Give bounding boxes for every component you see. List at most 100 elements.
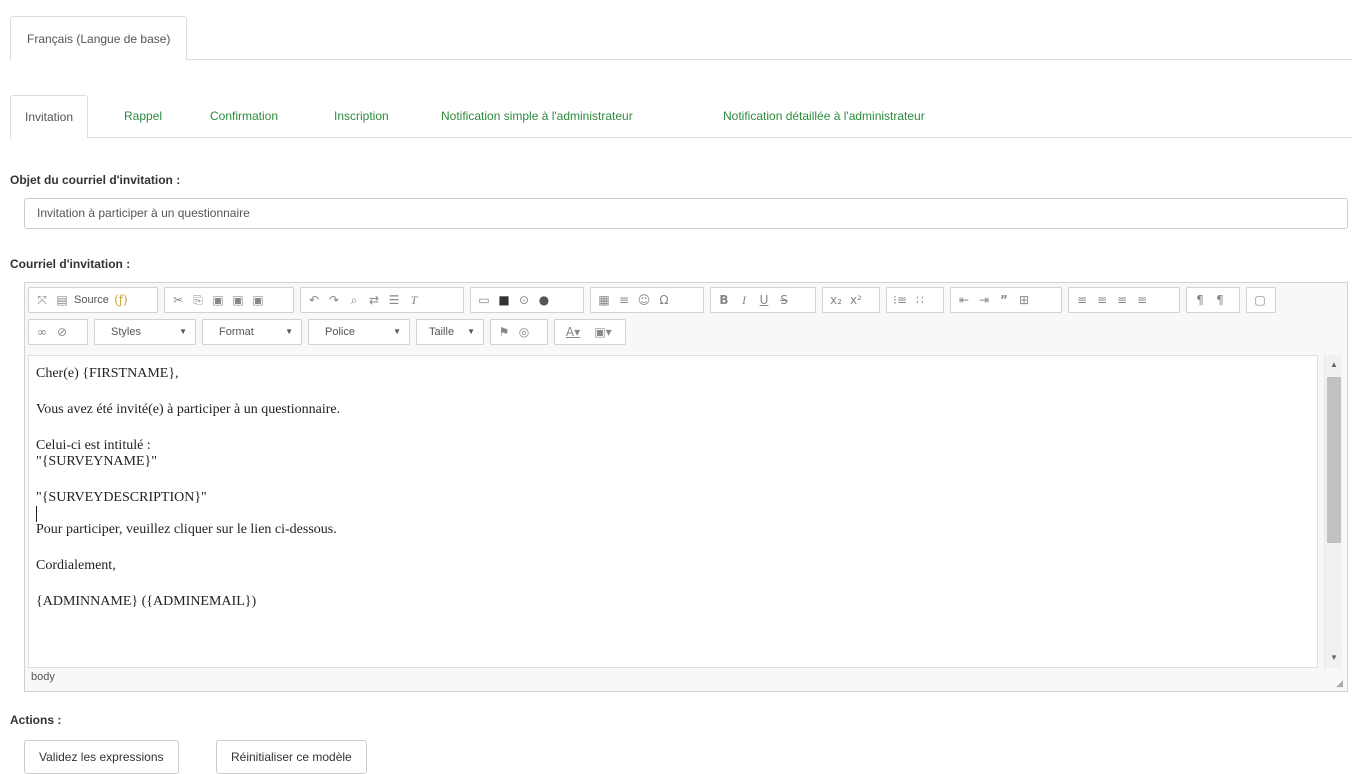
size-dropdown[interactable]: Taille ▼ [416, 319, 484, 345]
actions-label: Actions : [10, 713, 62, 727]
validate-expressions-button[interactable]: Validez les expressions [24, 740, 179, 774]
toolbar-group-text-style: B I U S [710, 287, 816, 313]
scroll-thumb[interactable] [1327, 377, 1341, 543]
subscript-icon[interactable]: x₂ [826, 290, 846, 310]
rich-text-editor: ⤧ ▤ Source (ƒ) ✂ ⎘ ▣ ▣ ▣ ↶ ↷ ⌕ ⇄ ☰ T ▭ ■… [24, 282, 1348, 692]
format-dropdown-label: Format [219, 326, 254, 338]
align-justify-icon[interactable]: ≡ [1132, 290, 1152, 310]
templates-icon[interactable]: ▢ [1250, 290, 1270, 310]
body-label: Courriel d'invitation : [10, 257, 131, 271]
blockquote-icon[interactable]: ” [994, 290, 1014, 310]
replace-icon[interactable]: ⇄ [364, 290, 384, 310]
text-color-icon[interactable]: A▾ [558, 322, 588, 342]
email-line: Cordialement, [36, 558, 116, 574]
special-char-icon[interactable]: Ω [654, 290, 674, 310]
toolbar-group-script: x₂ x² [822, 287, 880, 313]
reset-template-button[interactable]: Réinitialiser ce modèle [216, 740, 367, 774]
toolbar-group-insert: ▦ ≡ ☺ Ω [590, 287, 704, 313]
email-line: Pour participer, veuillez cliquer sur le… [36, 522, 337, 538]
align-center-icon[interactable]: ≡ [1092, 290, 1112, 310]
toolbar-group-anchors: ⚑ ◎ [490, 319, 548, 345]
table-icon[interactable]: ▦ [594, 290, 614, 310]
undo-icon[interactable]: ↶ [304, 290, 324, 310]
language-tabs: Français (Langue de base) [10, 16, 1352, 61]
scroll-up-icon[interactable]: ▲ [1325, 357, 1343, 373]
tab-language-french[interactable]: Français (Langue de base) [10, 16, 188, 61]
toolbar-group-align: ≡ ≡ ≡ ≡ [1068, 287, 1180, 313]
copy-icon[interactable]: ⎘ [188, 290, 208, 310]
scroll-down-icon[interactable]: ▼ [1325, 650, 1343, 666]
underline-icon[interactable]: U [754, 290, 774, 310]
outdent-icon[interactable]: ⇤ [954, 290, 974, 310]
paste-word-icon[interactable]: ▣ [248, 290, 268, 310]
video-icon[interactable]: ■ [494, 290, 514, 310]
editor-scrollbar[interactable]: ▲ ▼ [1324, 355, 1342, 668]
toolbar-group-links: ∞ ⊘ [28, 319, 88, 345]
toolbar-group-lists: ⁝≡ ∷ [886, 287, 944, 313]
cut-icon[interactable]: ✂ [168, 290, 188, 310]
tab-reminder[interactable]: Rappel [124, 95, 162, 138]
element-path[interactable]: body [31, 671, 55, 683]
toolbar-group-editing: ↶ ↷ ⌕ ⇄ ☰ T [300, 287, 464, 313]
email-line: "{SURVEYDESCRIPTION}" [36, 490, 207, 505]
paste-text-icon[interactable]: ▣ [228, 290, 248, 310]
size-dropdown-label: Taille [429, 326, 455, 338]
editor-content[interactable]: Cher(e) {FIRSTNAME}, Vous avez été invit… [28, 355, 1318, 668]
email-line: Celui-ci est intitulé : [36, 438, 151, 453]
find-icon[interactable]: ⌕ [344, 290, 364, 310]
email-line: Cher(e) {FIRSTNAME}, [36, 366, 179, 381]
tab-admin-notification-simple[interactable]: Notification simple à l'administrateur [441, 95, 633, 138]
unlink-icon[interactable]: ⊘ [52, 322, 72, 342]
paste-icon[interactable]: ▣ [208, 290, 228, 310]
toolbar-group-clipboard: ✂ ⎘ ▣ ▣ ▣ [164, 287, 294, 313]
record-icon[interactable]: ⊙ [514, 290, 534, 310]
chevron-down-icon: ▼ [467, 327, 475, 336]
horizontal-rule-icon[interactable]: ≡ [614, 290, 634, 310]
align-left-icon[interactable]: ≡ [1072, 290, 1092, 310]
source-icon[interactable]: ▤ [52, 290, 72, 310]
chevron-down-icon: ▼ [179, 327, 187, 336]
toolbar-group-media: ▭ ■ ⊙ ● [470, 287, 584, 313]
expression-icon[interactable]: (ƒ) [111, 290, 131, 310]
align-right-icon[interactable]: ≡ [1112, 290, 1132, 310]
toolbar-group-direction: ¶ ¶ [1186, 287, 1240, 313]
numbered-list-icon[interactable]: ⁝≡ [890, 290, 910, 310]
ltr-icon[interactable]: ¶ [1190, 290, 1210, 310]
bulleted-list-icon[interactable]: ∷ [910, 290, 930, 310]
background-color-icon[interactable]: ▣▾ [588, 322, 618, 342]
flash-icon[interactable]: ● [534, 290, 554, 310]
subject-input[interactable]: Invitation à participer à un questionnai… [24, 198, 1348, 229]
toolbar-group-colors: A▾ ▣▾ [554, 319, 626, 345]
editor-toolbar: ⤧ ▤ Source (ƒ) ✂ ⎘ ▣ ▣ ▣ ↶ ↷ ⌕ ⇄ ☰ T ▭ ■… [25, 283, 1347, 353]
strikethrough-icon[interactable]: S [774, 290, 794, 310]
div-container-icon[interactable]: ⊞ [1014, 290, 1034, 310]
maximize-icon[interactable]: ⤧ [32, 290, 52, 310]
email-line: Vous avez été invité(e) à participer à u… [36, 402, 341, 417]
tab-confirmation[interactable]: Confirmation [210, 95, 278, 138]
tab-invitation[interactable]: Invitation [10, 95, 89, 139]
tab-registration[interactable]: Inscription [334, 95, 389, 138]
styles-dropdown-label: Styles [111, 326, 141, 338]
superscript-icon[interactable]: x² [846, 290, 866, 310]
toolbar-group-document: ⤧ ▤ Source (ƒ) [28, 287, 158, 313]
styles-dropdown[interactable]: Styles ▼ [94, 319, 196, 345]
italic-icon[interactable]: I [734, 290, 754, 310]
smiley-icon[interactable]: ☺ [634, 290, 654, 310]
bold-icon[interactable]: B [714, 290, 734, 310]
select-all-icon[interactable]: ☰ [384, 290, 404, 310]
source-button[interactable]: Source [74, 294, 109, 306]
format-dropdown[interactable]: Format ▼ [202, 319, 302, 345]
anchor-flag-icon[interactable]: ⚑ [494, 322, 514, 342]
tab-admin-notification-detailed[interactable]: Notification détaillée à l'administrateu… [723, 95, 925, 138]
resize-handle-icon[interactable]: ◢ [1336, 678, 1343, 689]
indent-icon[interactable]: ⇥ [974, 290, 994, 310]
redo-icon[interactable]: ↷ [324, 290, 344, 310]
toolbar-group-templates: ▢ [1246, 287, 1276, 313]
image-icon[interactable]: ▭ [474, 290, 494, 310]
link-icon[interactable]: ∞ [32, 322, 52, 342]
font-dropdown[interactable]: Police ▼ [308, 319, 410, 345]
rtl-icon[interactable]: ¶ [1210, 290, 1230, 310]
toolbar-group-indent: ⇤ ⇥ ” ⊞ [950, 287, 1062, 313]
remove-format-icon[interactable]: T [404, 290, 424, 310]
language-icon[interactable]: ◎ [514, 322, 534, 342]
